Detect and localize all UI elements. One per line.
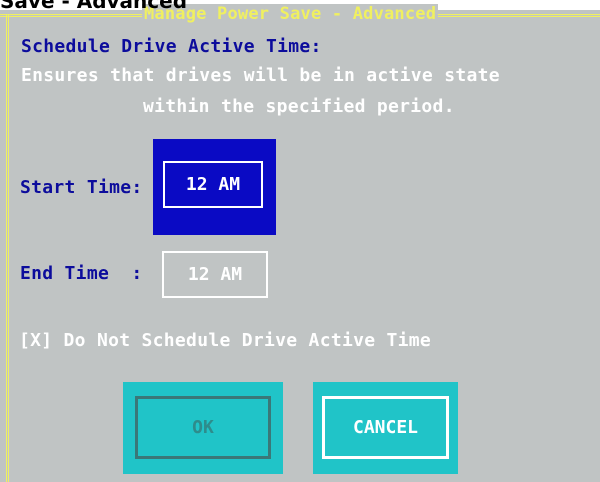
- start-time-label: Start Time:: [20, 177, 143, 198]
- power-save-dialog: Manage Power Save - Advanced Schedule Dr…: [0, 4, 600, 482]
- start-time-field[interactable]: 12 AM: [163, 161, 263, 208]
- page-caption: Save - Advanced: [0, 0, 188, 13]
- section-heading: Schedule Drive Active Time:: [21, 36, 322, 57]
- cancel-button-label: CANCEL: [322, 396, 449, 459]
- end-time-field[interactable]: 12 AM: [162, 251, 268, 298]
- description-line-2: within the specified period.: [143, 96, 455, 117]
- ok-button-label: OK: [135, 396, 271, 459]
- cancel-button[interactable]: CANCEL: [313, 382, 458, 474]
- start-time-field-focus[interactable]: 12 AM: [153, 139, 276, 235]
- ok-button[interactable]: OK: [123, 382, 283, 474]
- end-time-label: End Time :: [20, 263, 143, 284]
- screen: Save - Advanced Manage Power Save - Adva…: [0, 0, 600, 482]
- no-schedule-checkbox[interactable]: [X] Do Not Schedule Drive Active Time: [19, 330, 431, 352]
- description-line-1: Ensures that drives will be in active st…: [21, 65, 500, 86]
- dialog-frame-left: [6, 14, 9, 482]
